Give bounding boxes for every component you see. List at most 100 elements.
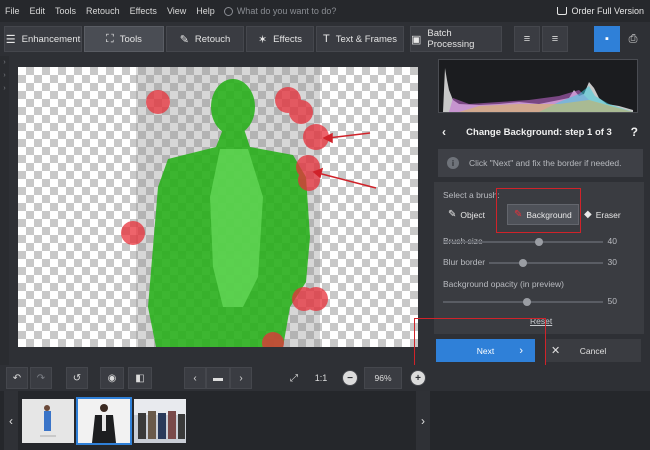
tab-text-frames[interactable]: T Text & Frames	[316, 26, 404, 52]
panel-title: Change Background: step 1 of 3	[466, 126, 612, 138]
tab-tools-label: Tools	[119, 33, 142, 45]
menu-bar: File Edit Tools Retouch Effects View Hel…	[0, 0, 650, 22]
crop-icon: ⛶	[106, 32, 114, 45]
batch-processing-button[interactable]: ▣ Batch Processing	[410, 26, 502, 52]
thumbnail-1[interactable]	[22, 399, 74, 443]
slider-knob[interactable]	[523, 298, 531, 306]
filmstrip-prev-button[interactable]: ‹	[4, 391, 18, 450]
brush-icon: ✎	[448, 209, 457, 220]
undo-button[interactable]: ↶	[6, 367, 28, 389]
image-canvas[interactable]	[18, 67, 418, 347]
brush-eraser-option[interactable]: ◆ Eraser	[584, 209, 621, 220]
compare-button[interactable]: ◧	[128, 367, 152, 389]
brush-size-slider[interactable]	[443, 238, 603, 246]
fit-screen-button[interactable]: ⤢	[283, 367, 305, 389]
save-icon: ▪	[605, 33, 609, 45]
menu-tools[interactable]: Tools	[50, 6, 81, 16]
panel-header: ‹ Change Background: step 1 of 3 ?	[434, 120, 644, 144]
batch-processing-label: Batch Processing	[427, 28, 475, 50]
tab-enhancement[interactable]: ☰ Enhancement	[4, 26, 82, 52]
brush-icon: ✎	[179, 33, 189, 46]
layers-add-icon: ≡	[523, 33, 531, 45]
slider-knob[interactable]	[535, 238, 543, 246]
print-button[interactable]: ⎙	[621, 26, 645, 52]
eraser-icon: ◆	[584, 209, 592, 220]
opacity-label: Background opacity (in preview)	[443, 279, 564, 289]
menu-help[interactable]: Help	[191, 6, 220, 16]
order-label: Order Full Version	[571, 6, 644, 16]
brush-eraser-label: Eraser	[595, 209, 621, 220]
chevron-right-icon: ›	[421, 413, 425, 428]
redo-icon: ↷	[36, 372, 46, 384]
cancel-label: Cancel	[579, 345, 607, 356]
opacity-value: 50	[607, 296, 617, 306]
hint-box: i Click "Next" and fix the border if nee…	[438, 149, 643, 177]
chevron-right-icon: ›	[3, 59, 6, 66]
remove-layer-button[interactable]: ≡	[542, 26, 568, 52]
tab-effects-label: Effects	[273, 33, 303, 45]
menu-view[interactable]: View	[162, 6, 191, 16]
print-icon: ⎙	[628, 32, 638, 45]
tab-text-frames-label: Text & Frames	[335, 33, 397, 45]
menu-edit[interactable]: Edit	[25, 6, 51, 16]
zoom-value[interactable]: 96%	[364, 367, 402, 389]
blur-border-slider[interactable]	[489, 259, 603, 267]
close-icon: ✕	[551, 345, 561, 357]
photo-with-mask	[121, 67, 377, 347]
order-full-version-link[interactable]: Order Full Version	[557, 0, 644, 22]
next-image-button[interactable]: ›	[230, 367, 252, 389]
menu-file[interactable]: File	[0, 6, 25, 16]
blur-border-value: 30	[607, 257, 617, 267]
tab-bar: ☰ Enhancement ⛶ Tools ✎ Retouch ✶ Effect…	[0, 22, 650, 56]
slider-knob[interactable]	[519, 259, 527, 267]
thumbnail-3[interactable]	[134, 399, 186, 443]
tab-tools[interactable]: ⛶ Tools	[84, 26, 164, 52]
menu-effects[interactable]: Effects	[125, 6, 162, 16]
hint-text: Click "Next" and fix the border if neede…	[469, 158, 622, 168]
tab-effects[interactable]: ✶ Effects	[246, 26, 314, 52]
eye-icon: ◉	[107, 372, 117, 384]
brush-size-value: 40	[607, 236, 617, 246]
reset-image-button[interactable]: ↺	[66, 367, 88, 389]
redo-button[interactable]: ↷	[30, 367, 52, 389]
opacity-slider[interactable]	[443, 298, 603, 306]
sliders-icon: ☰	[5, 33, 16, 46]
tab-retouch[interactable]: ✎ Retouch	[166, 26, 244, 52]
histogram-graph	[443, 68, 633, 112]
thumbnail-image	[134, 399, 186, 443]
chevron-right-icon: ›	[3, 72, 6, 79]
left-collapsed-panel[interactable]: › › ›	[0, 56, 9, 366]
search-box[interactable]: What do you want to do?	[223, 6, 336, 16]
bottom-toolbar: ↶ ↷ ↺ ◉ ◧ ‹ ▬ › ⤢ 1:1 − 96% +	[0, 365, 650, 391]
magic-wand-icon: ✶	[257, 33, 268, 46]
zoom-out-button[interactable]: −	[342, 370, 358, 386]
undo-icon: ↶	[12, 372, 22, 384]
chevron-left-icon: ‹	[193, 372, 197, 384]
filmstrip-next-button[interactable]: ›	[416, 391, 430, 450]
blur-border-label: Blur border	[443, 257, 486, 267]
actual-size-label: 1:1	[314, 373, 328, 383]
menu-retouch[interactable]: Retouch	[81, 6, 125, 16]
add-layer-button[interactable]: ≡	[514, 26, 540, 52]
filmstrip: ‹ ›	[0, 391, 650, 450]
zoom-in-button[interactable]: +	[410, 370, 426, 386]
back-arrow-icon[interactable]: ‹	[442, 125, 446, 139]
save-button[interactable]: ▪	[594, 26, 620, 52]
info-icon: i	[447, 157, 459, 169]
thumbnail-2[interactable]	[76, 397, 132, 445]
app-window: File Edit Tools Retouch Effects View Hel…	[0, 0, 650, 450]
help-icon[interactable]: ?	[631, 125, 638, 139]
prev-image-button[interactable]: ‹	[184, 367, 206, 389]
compare-icon: ◧	[135, 372, 145, 384]
layers-remove-icon: ≡	[551, 33, 559, 45]
select-brush-label: Select a brush:	[443, 190, 500, 200]
actual-size-button[interactable]: 1:1	[310, 367, 332, 389]
brush-object-option[interactable]: ✎ Object	[448, 209, 485, 220]
cancel-button[interactable]: ✕ Cancel	[545, 339, 641, 362]
brush-object-label: Object	[460, 209, 485, 220]
preview-button[interactable]: ◉	[100, 367, 124, 389]
thumbnail-image	[22, 399, 74, 443]
folder-icon: ▬	[213, 372, 223, 384]
open-folder-button[interactable]: ▬	[206, 367, 230, 389]
plus-icon: +	[415, 372, 421, 384]
